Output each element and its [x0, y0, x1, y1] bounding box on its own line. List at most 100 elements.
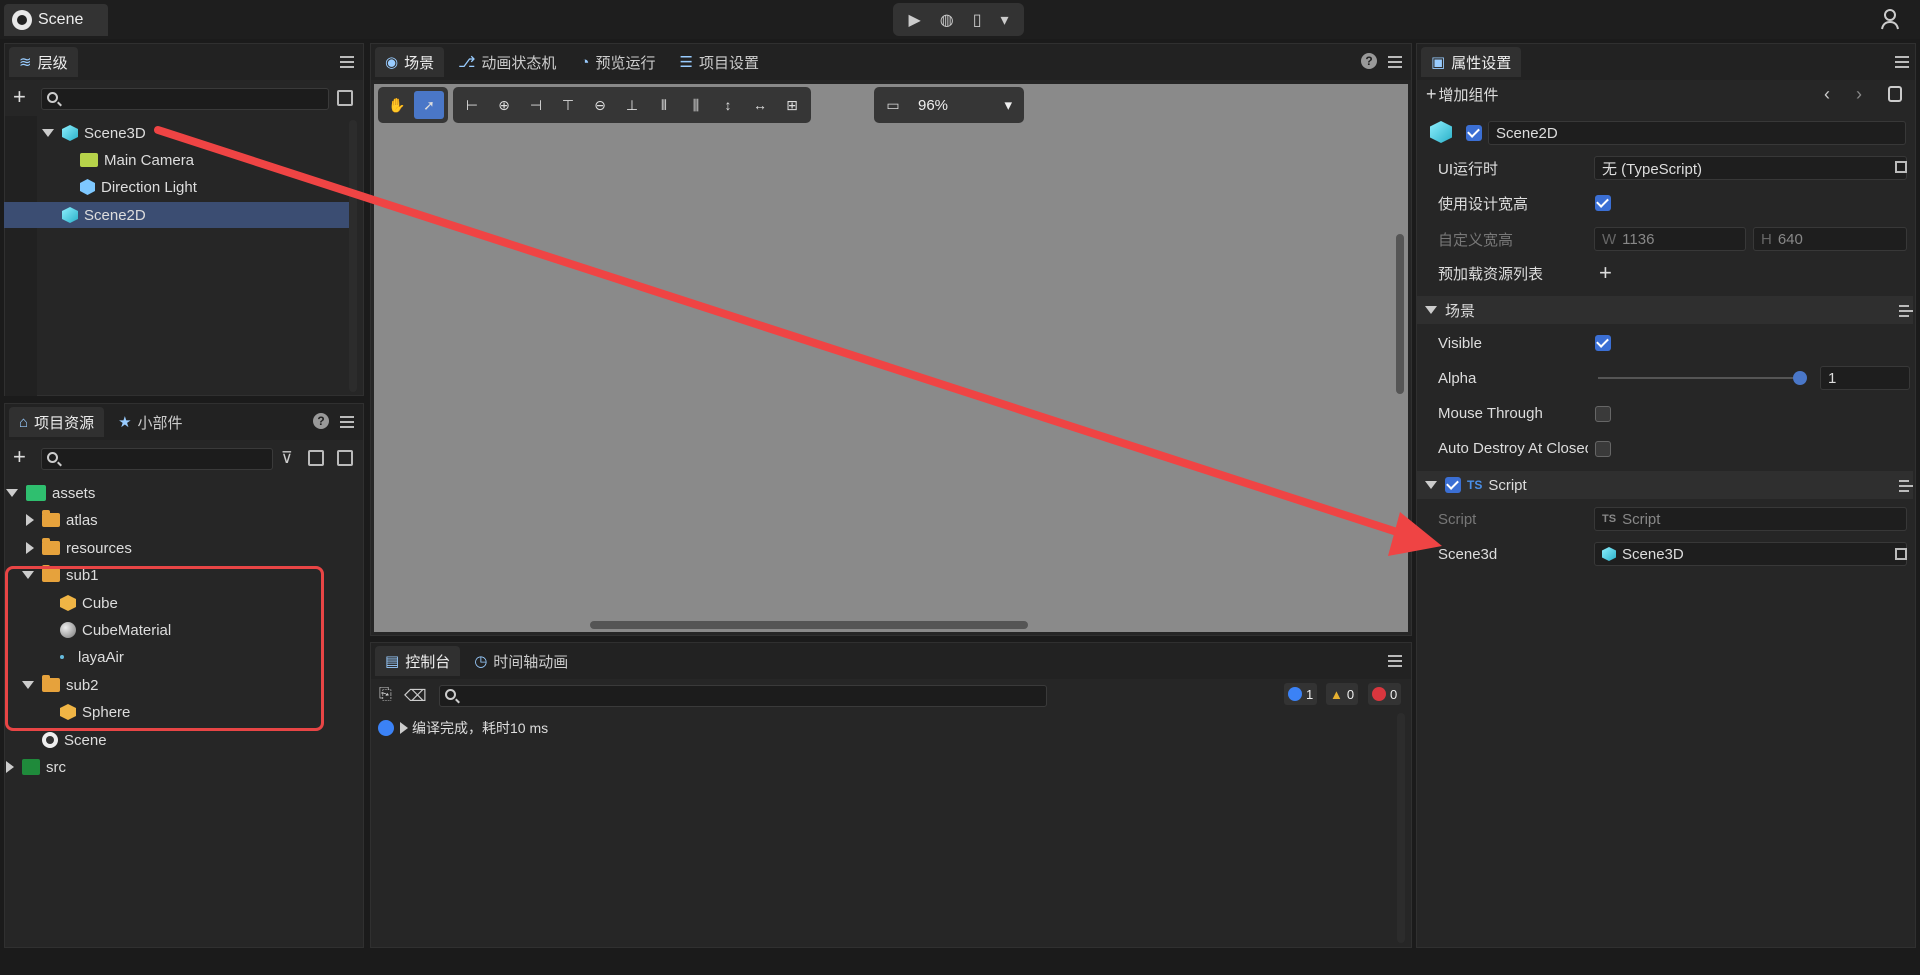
tab-animation-state-machine[interactable]: ⎇ 动画状态机 [448, 47, 566, 77]
section-script[interactable]: TS Script [1417, 471, 1913, 499]
asset-assets[interactable]: assets [6, 480, 95, 506]
info-count-badge[interactable]: 1 [1284, 683, 1318, 705]
screen-fit-icon[interactable]: ▭ [878, 91, 908, 119]
help-icon[interactable]: ? [313, 413, 329, 429]
asset-src[interactable]: src [6, 754, 66, 780]
panel-menu-icon[interactable] [1895, 56, 1909, 68]
height-input[interactable]: H 640 [1753, 227, 1907, 251]
expand-log-icon[interactable] [400, 722, 408, 734]
add-preload-icon[interactable]: + [1599, 260, 1612, 286]
back-icon[interactable]: ‹ [1824, 84, 1830, 105]
script-field[interactable]: TS Script [1594, 507, 1907, 531]
scene-viewport[interactable] [374, 84, 1408, 632]
tab-timeline-animation[interactable]: ◷ 时间轴动画 [464, 646, 578, 676]
mouse-through-checkbox[interactable] [1595, 406, 1611, 422]
error-count-badge[interactable]: 0 [1368, 683, 1402, 705]
scene-file-tab[interactable]: Scene [4, 4, 108, 36]
add-asset-icon[interactable]: + [13, 446, 26, 468]
play-icon[interactable]: ▶ [908, 10, 920, 30]
hierarchy-search-input[interactable] [41, 88, 329, 110]
warning-count-badge[interactable]: ▲ 0 [1326, 683, 1359, 705]
tree-item-scene3d[interactable]: Scene3D [42, 120, 146, 146]
alpha-slider-track[interactable] [1598, 377, 1798, 379]
panel-menu-icon[interactable] [340, 416, 354, 428]
collapse-icon[interactable] [6, 761, 14, 773]
distribute-v-icon[interactable]: ⫼ [681, 91, 711, 119]
add-component-button[interactable]: + 增加组件 [1426, 84, 1499, 105]
tab-console[interactable]: ▤ 控制台 [375, 646, 461, 676]
align-middle-v-icon[interactable]: ⊖ [585, 91, 615, 119]
asset-resources[interactable]: resources [26, 535, 132, 561]
distribute-h-icon[interactable]: ⫴ [649, 91, 679, 119]
tree-scrollbar[interactable] [349, 120, 357, 392]
columns-icon[interactable] [308, 450, 324, 466]
viewport-vscrollbar[interactable] [1396, 234, 1404, 394]
align-bottom-icon[interactable]: ⊥ [617, 91, 647, 119]
alpha-slider-handle[interactable] [1793, 371, 1807, 385]
tab-scene[interactable]: ◉ 场景 [375, 47, 445, 77]
tree-item-direction-light[interactable]: Direction Light [80, 174, 197, 200]
tab-widgets[interactable]: ★ 小部件 [108, 407, 192, 437]
width-input[interactable]: W 1136 [1594, 227, 1746, 251]
pick-icon[interactable] [1895, 548, 1907, 560]
align-center-h-icon[interactable]: ⊕ [489, 91, 519, 119]
globe-icon[interactable]: ◍ [940, 10, 954, 30]
tab-properties[interactable]: ▣ 属性设置 [1421, 47, 1522, 77]
node-active-checkbox[interactable] [1466, 125, 1482, 141]
copy-icon[interactable] [337, 450, 353, 466]
align-top-icon[interactable]: ⊤ [553, 91, 583, 119]
script-enabled-checkbox[interactable] [1445, 477, 1461, 493]
viewport-hscrollbar[interactable] [590, 621, 1028, 629]
mobile-icon[interactable]: ▯ [973, 10, 982, 30]
tree-item-scene2d[interactable]: Scene2D [4, 202, 349, 228]
help-icon[interactable]: ? [1361, 53, 1377, 69]
panel-menu-icon[interactable] [1388, 655, 1402, 667]
zoom-select[interactable]: 96% ▾ [910, 91, 1020, 119]
tab-hierarchy[interactable]: ≋ 层级 [9, 47, 78, 77]
console-scrollbar[interactable] [1397, 713, 1405, 943]
copy-icon[interactable] [337, 90, 353, 106]
tab-project-assets[interactable]: ⌂ 项目资源 [9, 407, 105, 437]
expand-icon[interactable] [6, 489, 18, 497]
add-node-icon[interactable]: + [13, 86, 26, 108]
panel-menu-icon[interactable] [1388, 56, 1402, 68]
copy-log-icon[interactable]: ⎘ [379, 686, 392, 704]
align-right-icon[interactable]: ⊣ [521, 91, 551, 119]
chevron-down-icon[interactable]: ▾ [1000, 10, 1008, 30]
asset-atlas[interactable]: atlas [26, 507, 98, 533]
expand-icon[interactable] [42, 129, 54, 137]
align-left-icon[interactable]: ⊢ [457, 91, 487, 119]
section-scene[interactable]: 场景 [1417, 296, 1913, 324]
panel-menu-icon[interactable] [340, 56, 354, 68]
expand-icon[interactable] [1425, 481, 1437, 489]
visible-checkbox[interactable] [1595, 335, 1611, 351]
collapse-icon[interactable] [26, 542, 34, 554]
clear-log-icon[interactable]: ⌫ [404, 686, 427, 706]
collapse-icon[interactable] [26, 514, 34, 526]
tree-item-main-camera[interactable]: Main Camera [80, 147, 194, 173]
section-menu-icon[interactable] [1899, 480, 1913, 492]
fit-height-icon[interactable]: ↕ [713, 91, 743, 119]
filter-icon[interactable]: ⊽ [281, 448, 293, 468]
hand-tool-icon[interactable]: ✋ [382, 91, 412, 119]
scene3d-field[interactable]: Scene3D [1594, 542, 1907, 566]
tab-preview-run[interactable]: ◔ 预览运行 [570, 47, 665, 77]
forward-icon[interactable]: › [1856, 84, 1862, 105]
tab-project-settings[interactable]: ☰ 项目设置 [670, 47, 769, 77]
use-design-size-checkbox[interactable] [1595, 195, 1611, 211]
select-tool-icon[interactable]: ➚ [414, 91, 444, 119]
unlock-icon[interactable] [1888, 86, 1902, 102]
fit-width-icon[interactable]: ↔ [745, 91, 775, 119]
pick-icon[interactable] [1895, 161, 1907, 173]
auto-destroy-checkbox[interactable] [1595, 441, 1611, 457]
grid-icon[interactable]: ⊞ [777, 91, 807, 119]
console-log-entry[interactable]: 编译完成，耗时10 ms [378, 715, 548, 741]
expand-icon[interactable] [1425, 306, 1437, 314]
assets-search-input[interactable] [41, 448, 273, 470]
section-menu-icon[interactable] [1899, 305, 1913, 317]
ui-runtime-field[interactable]: 无 (TypeScript) [1594, 156, 1907, 180]
console-search-input[interactable] [439, 685, 1047, 707]
node-name-input[interactable]: Scene2D [1488, 121, 1906, 145]
user-icon[interactable] [1880, 8, 1900, 30]
alpha-input[interactable]: 1 [1820, 366, 1910, 390]
